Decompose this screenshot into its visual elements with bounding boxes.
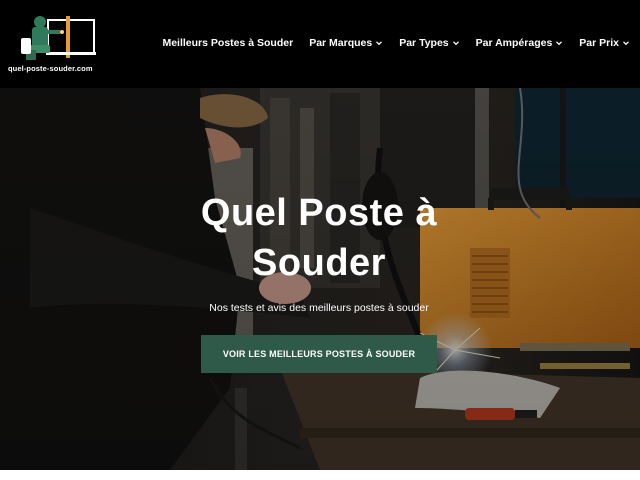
nav-item-meilleurs-postes[interactable]: Meilleurs Postes à Souder <box>162 37 293 49</box>
nav-item-label: Par Prix <box>579 37 619 49</box>
cta-button-best-welders[interactable]: VOIR LES MEILLEURS POSTES À SOUDER <box>201 335 437 373</box>
chevron-down-icon <box>376 41 383 46</box>
nav-item-label: Par Types <box>399 37 449 49</box>
chevron-down-icon <box>623 41 629 46</box>
nav-item-label: Par Marques <box>309 37 373 49</box>
nav-item-par-amperages[interactable]: Par Ampérages <box>476 37 564 49</box>
nav-item-par-prix[interactable]: Par Prix <box>579 37 630 49</box>
page-below-hero <box>0 470 640 480</box>
nav-item-label: Meilleurs Postes à Souder <box>162 37 294 49</box>
main-nav: Meilleurs Postes à Souder Par Marques Pa… <box>162 37 630 49</box>
nav-item-par-marques[interactable]: Par Marques <box>309 37 383 49</box>
site-header: quel-poste-souder.com Meilleurs Postes à… <box>0 0 640 88</box>
site-logo[interactable]: quel-poste-souder.com <box>8 10 100 76</box>
chevron-down-icon <box>452 41 459 46</box>
nav-item-label: Par Ampérages <box>475 37 553 49</box>
hero-title: Quel Poste à Souder <box>200 192 438 284</box>
chevron-down-icon <box>556 41 563 46</box>
nav-item-par-types[interactable]: Par Types <box>399 37 459 49</box>
logo-text: quel-poste-souder.com <box>8 64 93 73</box>
welder-logo-icon <box>21 16 96 60</box>
hero-subtitle: Nos tests et avis des meilleurs postes à… <box>209 302 429 314</box>
hero-section: Quel Poste à Souder Nos tests et avis de… <box>0 88 640 470</box>
